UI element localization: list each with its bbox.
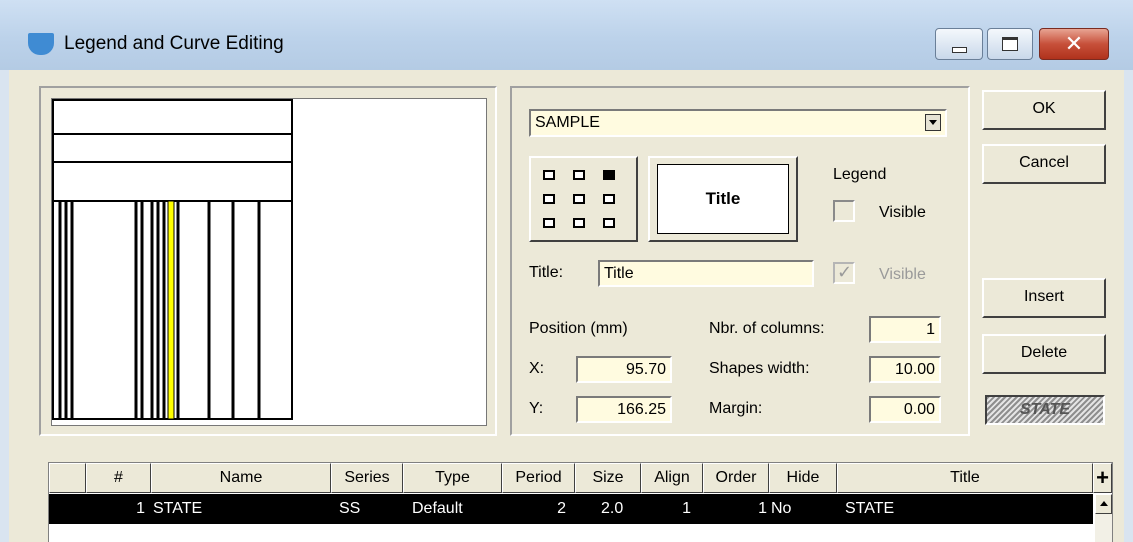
state-button-label: STATE (1019, 401, 1071, 418)
y-position-input[interactable]: 166.25 (576, 396, 672, 423)
x-position-input[interactable]: 95.70 (576, 356, 672, 383)
column-header-name[interactable]: Name (151, 463, 331, 493)
y-label: Y: (529, 400, 544, 417)
columns-input[interactable]: 1 (869, 316, 941, 343)
maximize-button[interactable] (987, 28, 1033, 60)
anchor-bottom-center[interactable] (573, 218, 585, 228)
title-visible-label: Visible (879, 266, 926, 283)
table-row[interactable]: 1 STATE SS Default 2 2.0 1 1 No STATE (49, 494, 1093, 524)
anchor-top-center[interactable] (573, 170, 585, 180)
cell-order: 1 (758, 500, 767, 517)
legend-settings-panel: SAMPLE Title Legend Visible Title: Title… (510, 86, 970, 436)
cell-hide: No (771, 500, 792, 517)
legend-label: Legend (833, 166, 887, 183)
position-label: Position (mm) (529, 320, 628, 337)
legend-anchor-button[interactable] (529, 156, 638, 242)
column-header-title[interactable]: Title (837, 463, 1093, 493)
cell-type: Default (412, 500, 463, 517)
anchor-middle-left[interactable] (543, 194, 555, 204)
column-header-series[interactable]: Series (331, 463, 403, 493)
legend-curve-dialog: Legend and Curve Editing ✕ SAMPLE Title … (0, 0, 1133, 542)
column-header-order[interactable]: Order (703, 463, 769, 493)
cell-series: SS (339, 500, 361, 517)
anchor-top-right[interactable] (603, 170, 615, 180)
minimize-button[interactable] (935, 28, 983, 60)
title-visible-checkbox[interactable]: ✓ (833, 262, 855, 284)
margin-label: Margin: (709, 400, 763, 417)
column-header-type[interactable]: Type (403, 463, 502, 493)
check-icon: ✓ (837, 262, 853, 282)
app-icon (28, 33, 54, 55)
legend-visible-checkbox[interactable] (833, 200, 855, 222)
margin-input[interactable]: 0.00 (869, 396, 941, 423)
delete-button[interactable]: Delete (982, 334, 1106, 374)
anchor-bottom-left[interactable] (543, 218, 555, 228)
cell-align: 1 (682, 500, 691, 517)
curve-table: # Name Series Type Period Size Align Ord… (48, 462, 1113, 542)
cell-size: 2.0 (601, 500, 624, 517)
shapes-width-input[interactable]: 10.00 (869, 356, 941, 383)
add-column-icon[interactable]: + (1093, 463, 1112, 493)
chevron-down-icon[interactable] (925, 114, 941, 131)
anchor-middle-center[interactable] (573, 194, 585, 204)
column-header-size[interactable]: Size (575, 463, 641, 493)
window-title: Legend and Curve Editing (64, 33, 284, 54)
cancel-button[interactable]: Cancel (982, 144, 1106, 184)
shapes-width-label: Shapes width: (709, 360, 810, 377)
title-input[interactable]: Title (598, 260, 814, 287)
insert-button[interactable]: Insert (982, 278, 1106, 318)
preview-title-box (52, 133, 293, 163)
table-scrollbar[interactable] (1095, 494, 1112, 542)
title-style-button[interactable]: Title (648, 156, 798, 242)
x-label: X: (529, 360, 545, 377)
cell-period: 2 (557, 500, 566, 517)
cell-name: STATE (153, 500, 203, 517)
scroll-up-icon[interactable] (1095, 494, 1112, 514)
legend-selector-dropdown[interactable]: SAMPLE (529, 109, 947, 137)
close-button[interactable]: ✕ (1039, 28, 1109, 60)
anchor-bottom-right[interactable] (603, 218, 615, 228)
close-icon: ✕ (1064, 31, 1084, 56)
column-header-number[interactable]: # (86, 463, 151, 493)
state-button[interactable]: STATE (985, 395, 1105, 425)
title-bar[interactable]: Legend and Curve Editing ✕ (0, 0, 1133, 70)
title-style-label: Title (657, 164, 789, 234)
column-header-hide[interactable]: Hide (769, 463, 837, 493)
preview-legend-box (52, 161, 293, 202)
table-corner-header (49, 463, 86, 493)
legend-selector-value: SAMPLE (535, 114, 600, 131)
legend-preview-frame (39, 86, 497, 436)
legend-preview-drawing (52, 99, 293, 420)
columns-label: Nbr. of columns: (709, 320, 825, 337)
maximize-icon (1002, 37, 1018, 51)
cell-title: STATE (845, 500, 895, 517)
column-header-period[interactable]: Period (502, 463, 575, 493)
anchor-top-left[interactable] (543, 170, 555, 180)
legend-preview-canvas (51, 98, 487, 426)
dialog-client-area: SAMPLE Title Legend Visible Title: Title… (9, 70, 1124, 542)
column-header-align[interactable]: Align (641, 463, 703, 493)
title-label: Title: (529, 264, 564, 281)
preview-highlight-curve (167, 200, 175, 420)
ok-button[interactable]: OK (982, 90, 1106, 130)
legend-visible-label: Visible (879, 204, 926, 221)
minimize-icon (952, 47, 967, 53)
anchor-middle-right[interactable] (603, 194, 615, 204)
cell-number: 1 (136, 500, 145, 517)
preview-header-box (52, 99, 293, 135)
